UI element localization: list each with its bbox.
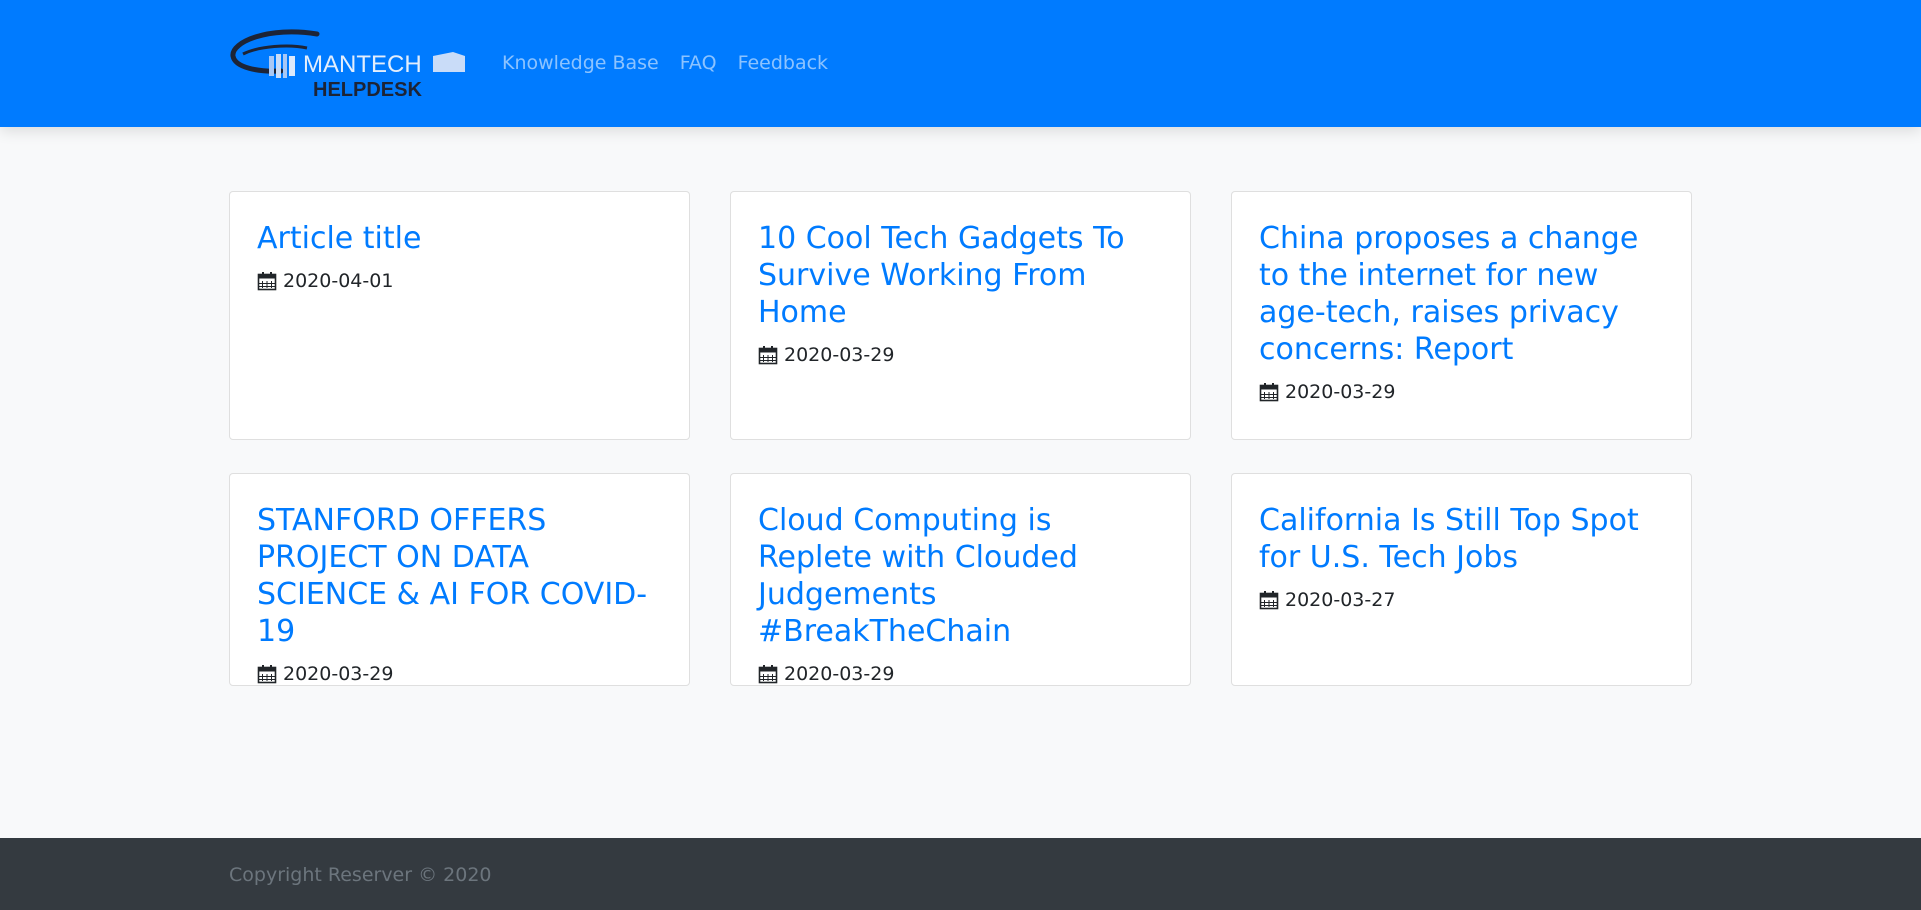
article-date: 2020-04-01 [257, 269, 662, 293]
page-footer: Copyright Reserver © 2020 [0, 838, 1921, 910]
article-title-link[interactable]: California Is Still Top Spot for U.S. Te… [1259, 502, 1664, 576]
article-date-text: 2020-04-01 [283, 270, 394, 292]
calendar-icon [758, 665, 778, 684]
article-title-link[interactable]: 10 Cool Tech Gadgets To Survive Working … [758, 220, 1163, 331]
svg-text:HELPDESK: HELPDESK [313, 79, 422, 101]
article-date: 2020-03-29 [758, 343, 1163, 367]
nav-feedback[interactable]: Feedback [738, 52, 828, 74]
nav-faq[interactable]: FAQ [680, 52, 717, 74]
article-title-link[interactable]: STANFORD OFFERS PROJECT ON DATA SCIENCE … [257, 502, 662, 650]
article-title-link[interactable]: China proposes a change to the internet … [1259, 220, 1664, 368]
article-card: China proposes a change to the internet … [1231, 191, 1692, 440]
article-card: Cloud Computing is Replete with Clouded … [730, 473, 1191, 686]
svg-text:MANTECH: MANTECH [303, 51, 422, 78]
calendar-icon [257, 665, 277, 684]
article-date-text: 2020-03-29 [784, 663, 895, 685]
main-nav: Knowledge Base FAQ Feedback [502, 52, 849, 74]
calendar-icon [758, 346, 778, 365]
article-title-link[interactable]: Cloud Computing is Replete with Clouded … [758, 502, 1163, 650]
calendar-icon [257, 272, 277, 291]
article-date-text: 2020-03-29 [784, 344, 895, 366]
article-date-text: 2020-03-29 [283, 663, 394, 685]
article-date-text: 2020-03-27 [1285, 589, 1396, 611]
mantech-helpdesk-logo[interactable]: MANTECH HELPDESK [229, 26, 473, 104]
copyright-text: Copyright Reserver © 2020 [229, 864, 492, 886]
article-date: 2020-03-29 [1259, 380, 1664, 404]
article-date-text: 2020-03-29 [1285, 381, 1396, 403]
nav-knowledge-base[interactable]: Knowledge Base [502, 52, 659, 74]
article-date: 2020-03-27 [1259, 588, 1664, 612]
article-card: Article title 2020-04-01 [229, 191, 690, 440]
article-card: STANFORD OFFERS PROJECT ON DATA SCIENCE … [229, 473, 690, 686]
article-title-link[interactable]: Article title [257, 220, 662, 257]
article-date: 2020-03-29 [758, 662, 1163, 686]
calendar-icon [1259, 591, 1279, 610]
article-card: 10 Cool Tech Gadgets To Survive Working … [730, 191, 1191, 440]
top-navbar: MANTECH HELPDESK Knowledge Base FAQ Feed… [0, 0, 1921, 127]
article-date: 2020-03-29 [257, 662, 662, 686]
article-card: California Is Still Top Spot for U.S. Te… [1231, 473, 1692, 686]
calendar-icon [1259, 383, 1279, 402]
